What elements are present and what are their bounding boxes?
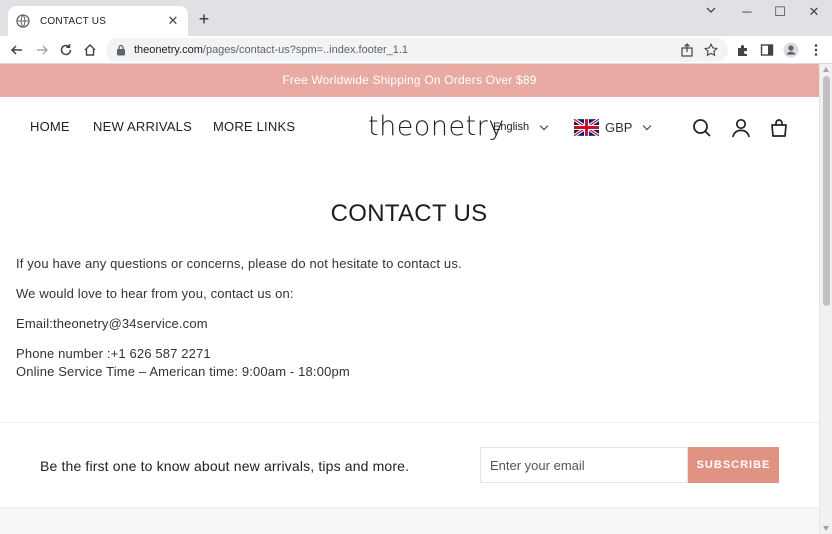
contact-intro: If you have any questions or concerns, p… [16, 256, 462, 271]
currency-selector[interactable]: GBP [574, 119, 652, 136]
extensions-icon[interactable] [735, 42, 751, 58]
scroll-up-icon[interactable] [823, 67, 829, 72]
tab-close-icon[interactable]: ✕ [166, 13, 180, 29]
reload-icon[interactable] [56, 40, 76, 60]
uk-flag-icon [574, 119, 599, 136]
url-domain: theonetry.com [134, 44, 203, 56]
minimize-button[interactable]: ─ [733, 2, 761, 22]
profile-icon[interactable] [783, 42, 799, 58]
page-title: CONTACT US [330, 200, 488, 227]
nav-home[interactable]: HOME [30, 119, 70, 134]
lock-icon[interactable] [116, 44, 126, 56]
chevron-down-icon [539, 121, 549, 130]
newsletter-text: Be the first one to know about new arriv… [40, 458, 410, 474]
url-text: theonetry.com/pages/contact-us?spm=..ind… [134, 44, 408, 56]
nav-more-links[interactable]: MORE LINKS [213, 119, 295, 134]
star-icon[interactable] [703, 42, 719, 58]
page-viewport: Free Worldwide Shipping On Orders Over $… [0, 64, 832, 534]
globe-icon [16, 14, 30, 28]
scrollbar-thumb[interactable] [823, 76, 830, 306]
site-logo[interactable]: theonetry [368, 111, 505, 142]
language-selector[interactable]: English [493, 121, 549, 133]
newsletter-email-input[interactable] [480, 447, 688, 483]
maximize-button[interactable]: ☐ [766, 2, 794, 22]
sidepanel-icon[interactable] [759, 42, 775, 58]
browser-tabstrip: CONTACT US ✕ + ─ ☐ ✕ [0, 0, 832, 36]
menu-icon[interactable] [808, 42, 824, 58]
chevron-down-icon [643, 121, 652, 131]
account-icon[interactable] [730, 117, 752, 139]
browser-tab[interactable]: CONTACT US ✕ [8, 6, 188, 36]
announcement-bar: Free Worldwide Shipping On Orders Over $… [0, 64, 819, 97]
contact-phone: Phone number :+1 626 587 2271 [16, 346, 211, 361]
tab-search-chevron-icon[interactable] [697, 2, 725, 22]
browser-toolbar: theonetry.com/pages/contact-us?spm=..ind… [0, 36, 832, 64]
scroll-down-icon[interactable] [823, 526, 829, 531]
back-icon[interactable] [7, 40, 27, 60]
tab-title: CONTACT US [40, 15, 107, 27]
share-icon[interactable] [679, 42, 695, 58]
cart-icon[interactable] [768, 117, 790, 139]
site-header: HOME NEW ARRIVALS MORE LINKS theonetry E… [0, 97, 819, 159]
contact-hear: We would love to hear from you, contact … [16, 286, 294, 301]
newsletter-section: Be the first one to know about new arriv… [0, 423, 819, 507]
new-tab-button[interactable]: + [194, 9, 214, 29]
footer-band [0, 507, 819, 534]
currency-label: GBP [605, 120, 633, 135]
window-close-button[interactable]: ✕ [800, 2, 828, 22]
subscribe-button[interactable]: SUBSCRIBE [688, 447, 779, 483]
language-label: English [493, 121, 530, 133]
contact-email: Email:theonetry@34service.com [16, 316, 208, 331]
url-path: /pages/contact-us?spm=..index.footer_1.1 [202, 44, 409, 56]
contact-service-time: Online Service Time – American time: 9:0… [16, 364, 350, 379]
page-scrollbar[interactable] [819, 64, 832, 534]
nav-new-arrivals[interactable]: NEW ARRIVALS [93, 119, 192, 134]
address-bar[interactable]: theonetry.com/pages/contact-us?spm=..ind… [106, 38, 728, 62]
forward-icon[interactable] [32, 40, 52, 60]
home-icon[interactable] [80, 40, 100, 60]
search-icon[interactable] [691, 117, 713, 139]
